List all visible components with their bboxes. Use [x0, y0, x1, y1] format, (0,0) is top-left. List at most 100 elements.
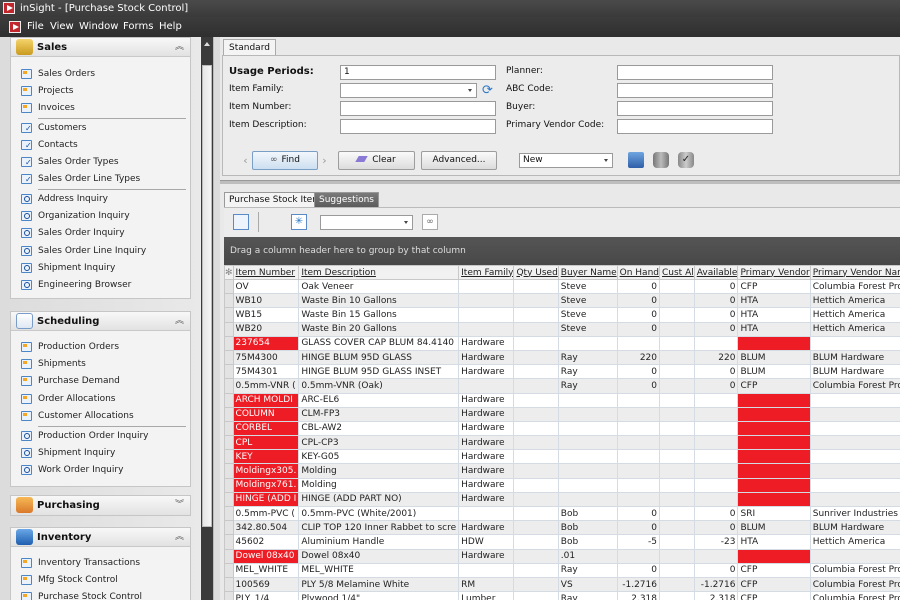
row-selector[interactable] — [224, 591, 234, 600]
row-selector[interactable] — [224, 349, 234, 366]
primary-vendor-code-input[interactable] — [617, 119, 773, 134]
column-header-item-number[interactable]: Item Number — [232, 265, 300, 280]
cell-vendorname[interactable] — [809, 335, 900, 351]
cell-vendorname[interactable] — [809, 491, 900, 508]
table-row[interactable]: MEL_WHITE MEL_WHITE Ray 0 0 CFP Columbia Fores… — [224, 562, 900, 578]
cell-avail[interactable]: 0 — [693, 307, 739, 323]
cell-buyer[interactable]: Steve — [557, 278, 618, 295]
cell-custal[interactable] — [659, 463, 695, 479]
cell-qty[interactable] — [513, 293, 559, 309]
cell-desc[interactable]: MEL_WHITE — [298, 562, 460, 578]
cell-buyer[interactable] — [557, 435, 618, 451]
cell-qty[interactable] — [513, 463, 559, 479]
cell-onhand[interactable] — [616, 449, 661, 465]
collapse-icon[interactable]: ︽ — [175, 312, 184, 331]
nav-group-header-scheduling[interactable]: Scheduling ︽ — [11, 312, 190, 331]
row-selector[interactable] — [224, 576, 234, 593]
row-selector[interactable] — [224, 449, 234, 465]
cell-vendor[interactable] — [737, 435, 811, 451]
cell-vendor[interactable]: BLUM — [737, 364, 811, 380]
row-selector[interactable] — [224, 321, 234, 337]
table-row[interactable]: ARCH MOLDI ARC-EL6 Hardware — [224, 392, 900, 408]
cell-family[interactable] — [458, 307, 515, 323]
cell-custal[interactable] — [659, 378, 695, 394]
cell-desc[interactable]: 0.5mm-VNR (Oak) — [298, 378, 460, 394]
cell-qty[interactable] — [513, 335, 559, 351]
row-selector[interactable] — [224, 420, 234, 437]
cell-desc[interactable]: Waste Bin 10 Gallons — [298, 293, 460, 309]
cell-custal[interactable] — [659, 477, 695, 493]
cell-vendor[interactable] — [737, 392, 811, 408]
cell-vendor[interactable]: HTA — [737, 293, 811, 309]
item-description-input[interactable] — [340, 119, 496, 134]
cell-family[interactable]: Hardware — [458, 406, 515, 422]
row-selector[interactable] — [224, 520, 234, 536]
cell-item[interactable]: 237654 — [232, 335, 300, 351]
cell-qty[interactable] — [513, 449, 559, 465]
cell-vendor[interactable]: SRI — [737, 505, 811, 522]
cell-buyer[interactable]: VS — [557, 576, 618, 593]
cell-buyer[interactable]: Steve — [557, 293, 618, 309]
cell-desc[interactable]: Molding — [298, 463, 460, 479]
layout-select[interactable]: New — [519, 153, 613, 168]
menu-window[interactable]: Window — [79, 17, 118, 37]
table-row[interactable]: HINGE (ADD I HINGE (ADD PART NO) Hardware — [224, 491, 900, 508]
cell-qty[interactable] — [513, 420, 559, 437]
cell-item[interactable]: 100569 — [232, 576, 300, 593]
expand-icon[interactable]: ︾ — [175, 496, 184, 515]
cell-vendor[interactable]: BLUM — [737, 349, 811, 366]
cell-custal[interactable] — [659, 505, 695, 522]
cell-buyer[interactable]: Steve — [557, 307, 618, 323]
cell-family[interactable] — [458, 562, 515, 578]
buyer-input[interactable] — [617, 101, 773, 116]
column-header-item-description[interactable]: Item Description — [298, 265, 460, 280]
cell-item[interactable]: CORBEL — [232, 420, 300, 437]
cell-vendorname[interactable]: Columbia Forest Products — [809, 378, 900, 394]
cell-vendorname[interactable] — [809, 548, 900, 564]
cell-onhand[interactable]: 0 — [616, 307, 661, 323]
cell-family[interactable] — [458, 278, 515, 295]
cell-buyer[interactable] — [557, 335, 618, 351]
cell-vendorname[interactable] — [809, 449, 900, 465]
scroll-up-icon[interactable] — [204, 42, 210, 46]
column-header-qty-used[interactable]: Qty Used — [513, 265, 559, 280]
cell-buyer[interactable] — [557, 406, 618, 422]
row-selector[interactable] — [224, 491, 234, 508]
cell-custal[interactable] — [659, 420, 695, 437]
cell-qty[interactable] — [513, 278, 559, 295]
cell-custal[interactable] — [659, 449, 695, 465]
cell-desc[interactable]: Waste Bin 15 Gallons — [298, 307, 460, 323]
cell-onhand[interactable]: 2.318 — [616, 591, 661, 600]
cell-qty[interactable] — [513, 562, 559, 578]
cell-buyer[interactable]: Bob — [557, 534, 618, 550]
cell-buyer[interactable]: Ray — [557, 562, 618, 578]
cell-buyer[interactable]: Ray — [557, 378, 618, 394]
cell-vendorname[interactable]: Sunriver Industries — [809, 505, 900, 522]
menu-help[interactable]: Help — [159, 17, 182, 37]
cell-onhand[interactable]: 220 — [616, 349, 661, 366]
cell-vendor[interactable]: CFP — [737, 378, 811, 394]
cell-vendor[interactable] — [737, 548, 811, 564]
cell-qty[interactable] — [513, 378, 559, 394]
table-row[interactable]: KEY KEY-G05 Hardware — [224, 449, 900, 465]
cell-qty[interactable] — [513, 576, 559, 593]
cell-vendor[interactable]: CFP — [737, 562, 811, 578]
cell-vendorname[interactable]: Columbia Forest Products — [809, 278, 900, 295]
cell-family[interactable]: Hardware — [458, 435, 515, 451]
cell-family[interactable] — [458, 321, 515, 337]
cell-desc[interactable]: Aluminium Handle — [298, 534, 460, 550]
app-menu-icon[interactable] — [9, 21, 21, 33]
cell-qty[interactable] — [513, 392, 559, 408]
column-header-cust-al[interactable]: Cust Al — [659, 265, 695, 280]
table-row[interactable]: Moldingx305. Molding Hardware — [224, 463, 900, 479]
row-selector[interactable] — [224, 562, 234, 578]
cell-custal[interactable] — [659, 591, 695, 600]
cell-vendorname[interactable] — [809, 406, 900, 422]
cell-item[interactable]: 342.80.504 — [232, 520, 300, 536]
cell-buyer[interactable] — [557, 477, 618, 493]
cell-custal[interactable] — [659, 520, 695, 536]
cell-avail[interactable]: 0 — [693, 562, 739, 578]
cell-vendorname[interactable]: Columbia Forest Products — [809, 591, 900, 600]
cell-item[interactable]: 0.5mm-PVC ( — [232, 505, 300, 522]
column-header-available[interactable]: Available — [693, 265, 739, 280]
